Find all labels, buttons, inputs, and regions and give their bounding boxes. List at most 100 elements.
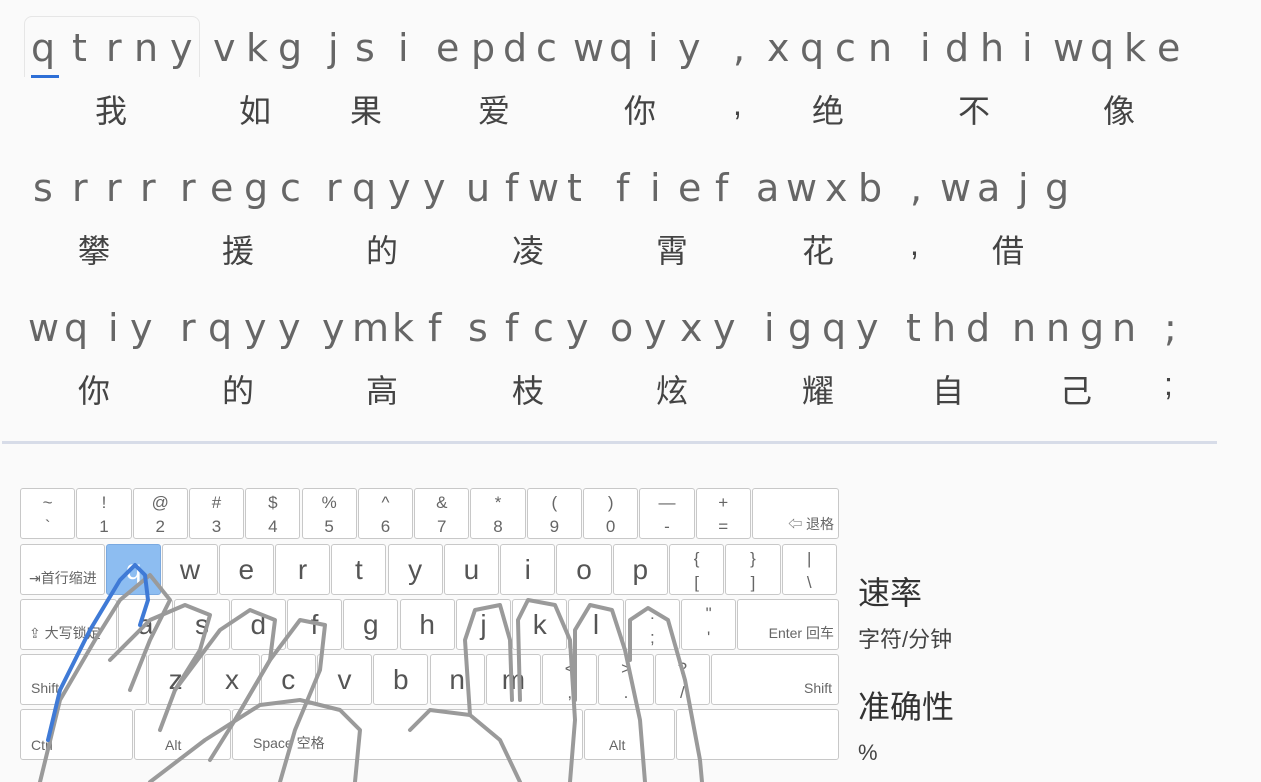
key-6[interactable]: ^ 6 bbox=[357, 488, 414, 539]
ctrl-key[interactable]: Ctrl bbox=[20, 709, 133, 760]
key-z[interactable]: z bbox=[148, 654, 204, 705]
hanzi-char: 你 bbox=[78, 373, 111, 409]
key-label: 1 bbox=[99, 517, 109, 536]
key-q[interactable]: q bbox=[106, 544, 162, 595]
right-ctrl-key[interactable] bbox=[676, 709, 839, 760]
key-k[interactable]: k bbox=[512, 599, 568, 650]
code-char: v bbox=[213, 26, 236, 70]
key-label: , bbox=[567, 683, 573, 702]
caps-lock-key[interactable]: ⇪ 大写锁定 bbox=[20, 599, 117, 650]
key-f[interactable]: f bbox=[286, 599, 343, 650]
hanzi-char: 炫 bbox=[656, 373, 689, 409]
key-`[interactable]: ~ ` bbox=[20, 488, 76, 539]
key-s[interactable]: s bbox=[174, 599, 230, 650]
key-a[interactable]: a bbox=[118, 599, 174, 650]
key-m[interactable]: m bbox=[485, 654, 542, 705]
code-char: k bbox=[246, 26, 269, 70]
key-8[interactable]: * 8 bbox=[470, 488, 526, 539]
code-char: i bbox=[764, 306, 775, 350]
key-w[interactable]: w bbox=[162, 544, 218, 595]
key-7[interactable]: & 7 bbox=[414, 488, 470, 539]
key-5[interactable]: % 5 bbox=[301, 488, 357, 539]
hanzi-char: 高 bbox=[366, 373, 399, 409]
key-label: 6 bbox=[380, 517, 391, 536]
key-1[interactable]: ! 1 bbox=[76, 488, 132, 539]
code-char: x bbox=[680, 306, 703, 350]
key-c[interactable]: c bbox=[260, 654, 316, 705]
code-char: e bbox=[436, 26, 460, 70]
speed-stat: 速率 字符/分钟 bbox=[858, 568, 952, 654]
code-char: i bbox=[398, 26, 409, 70]
key-;[interactable]: :; bbox=[624, 599, 680, 650]
key-t[interactable]: t bbox=[331, 544, 387, 595]
key-x[interactable]: x bbox=[204, 654, 260, 705]
key-label: ; bbox=[649, 628, 655, 647]
key-.[interactable]: >. bbox=[598, 654, 654, 705]
key-y[interactable]: y bbox=[387, 544, 443, 595]
code-char: n bbox=[1046, 306, 1071, 350]
code-char: y bbox=[423, 166, 446, 210]
key-v[interactable]: v bbox=[316, 654, 373, 705]
key-\[interactable]: | \ bbox=[781, 544, 837, 595]
code-char: x bbox=[825, 166, 848, 210]
key-u[interactable]: u bbox=[443, 544, 500, 595]
hanzi-char: 枝 bbox=[512, 373, 545, 409]
enter-key[interactable]: Enter 回车 bbox=[737, 599, 839, 650]
key-[[interactable]: {[ bbox=[669, 544, 725, 595]
key-i[interactable]: i bbox=[500, 544, 556, 595]
key-h[interactable]: h bbox=[399, 599, 455, 650]
key-label: ⇪ 大写锁定 bbox=[29, 625, 101, 641]
tab-key[interactable]: ⇥首行缩进 bbox=[20, 544, 105, 595]
code-char: a bbox=[977, 166, 1001, 210]
code-char: g bbox=[244, 166, 269, 210]
code-char: m bbox=[352, 306, 390, 350]
key-label: % bbox=[321, 493, 337, 512]
left-shift-key[interactable]: Shift bbox=[20, 654, 147, 705]
key--[interactable]: — - bbox=[639, 488, 695, 539]
key-][interactable]: }] bbox=[725, 544, 781, 595]
code-char: ; bbox=[1164, 306, 1177, 350]
key-label: { bbox=[693, 549, 700, 568]
key-e[interactable]: e bbox=[218, 544, 274, 595]
key-b[interactable]: b bbox=[373, 654, 429, 705]
key-j[interactable]: j bbox=[455, 599, 512, 650]
code-char: n bbox=[1012, 306, 1037, 350]
key-label: $ bbox=[268, 493, 278, 512]
key-l[interactable]: l bbox=[568, 599, 624, 650]
backspace-key[interactable]: ⇦ 退格 bbox=[751, 488, 839, 539]
code-char: f bbox=[505, 306, 519, 350]
key-label: i bbox=[524, 554, 531, 585]
key-label: Alt bbox=[165, 737, 182, 753]
key-,[interactable]: <, bbox=[542, 654, 598, 705]
code-char: y bbox=[644, 306, 667, 350]
right-shift-key[interactable]: Shift bbox=[711, 654, 839, 705]
code-char: y bbox=[856, 306, 879, 350]
key-4[interactable]: $4 bbox=[245, 488, 301, 539]
key-n[interactable]: n bbox=[429, 654, 485, 705]
key-'[interactable]: " ' bbox=[681, 599, 737, 650]
key-2[interactable]: @2 bbox=[132, 488, 188, 539]
key-=[interactable]: + = bbox=[695, 488, 751, 539]
right-alt-key[interactable]: Alt bbox=[584, 709, 675, 760]
left-alt-key[interactable]: Alt bbox=[134, 709, 231, 760]
key-r[interactable]: r bbox=[274, 544, 331, 595]
key-g[interactable]: g bbox=[343, 599, 399, 650]
key-/[interactable]: ? / bbox=[654, 654, 710, 705]
code-char: e bbox=[210, 166, 234, 210]
code-char: q bbox=[1090, 26, 1115, 70]
key-d[interactable]: d bbox=[230, 599, 286, 650]
code-char: p bbox=[471, 26, 496, 70]
key-label: t bbox=[354, 554, 363, 585]
key-label: b bbox=[393, 664, 409, 695]
key-9[interactable]: (9 bbox=[526, 488, 582, 539]
space-key[interactable]: Space 空格 bbox=[232, 709, 583, 760]
key-label: Enter 回车 bbox=[768, 625, 834, 641]
code-char: q bbox=[609, 26, 634, 70]
key-0[interactable]: ) 0 bbox=[583, 488, 639, 539]
key-p[interactable]: p bbox=[612, 544, 668, 595]
code-char: y bbox=[278, 306, 301, 350]
key-label: - bbox=[664, 517, 670, 536]
key-3[interactable]: #3 bbox=[188, 488, 245, 539]
key-label: ~ bbox=[42, 493, 53, 512]
key-o[interactable]: o bbox=[556, 544, 612, 595]
